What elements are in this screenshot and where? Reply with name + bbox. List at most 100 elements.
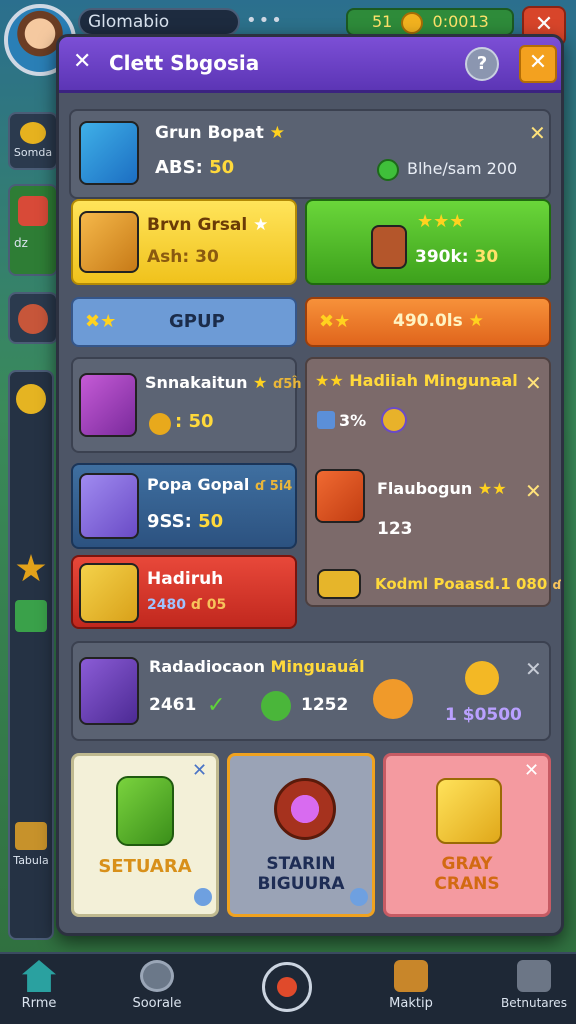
- offer-card-yellow[interactable]: Brvn Grsal ★ Ash: 30: [71, 199, 297, 285]
- tab-value[interactable]: ✖★ 490.0ls ★: [305, 297, 551, 347]
- green-backpack-icon: [116, 776, 174, 846]
- offer-card-green[interactable]: ★★★ 390k: 30: [305, 199, 551, 285]
- offer-price: 2480 ɗ 05: [147, 597, 227, 613]
- side-item-label: Somda: [13, 146, 53, 159]
- gem-crate-icon: [79, 121, 139, 185]
- close-icon[interactable]: ✕: [525, 479, 542, 503]
- offer-card-right[interactable]: ★★ Hadiiah Mingunaal ✕ 3% Flaubogun ★★ ✕…: [305, 357, 561, 607]
- offer-row-wide[interactable]: Radadiocaon Minguauál 2461 ✓ 1252 ✕ 1 $0…: [71, 641, 551, 741]
- gold-crate-icon: [79, 211, 139, 273]
- offer-price: : 50: [175, 411, 214, 432]
- offer-card-c[interactable]: Popa Gopal ɗ 5i4 9SS: 50: [71, 463, 297, 549]
- gold-crate-icon: [436, 778, 502, 844]
- modal-title: Clett Sbgosia: [109, 51, 260, 75]
- modal-header: ✕ Clett Sbgosia ? ✕: [59, 37, 561, 93]
- arrow-icon: ✓: [207, 693, 226, 718]
- nav-home[interactable]: Rrme: [0, 960, 84, 1011]
- plus-icon: [377, 159, 399, 181]
- modal-close-button[interactable]: ✕: [519, 45, 557, 83]
- offer-value-2: 1252: [301, 695, 349, 715]
- side-item-label: dz: [14, 236, 28, 250]
- nav-social[interactable]: Soorale: [112, 960, 202, 1011]
- close-icon[interactable]: ✕: [73, 49, 91, 74]
- offer-text: Kodml Poaasd.1 080 ɗ4: [375, 575, 563, 593]
- nav-label: Betnutares: [501, 996, 567, 1010]
- reward-label-2: CRANS: [434, 874, 500, 894]
- close-icon[interactable]: ✕: [525, 371, 542, 395]
- offer-value: 123: [377, 519, 413, 539]
- hero-icon: [18, 304, 48, 334]
- purple-chest-icon: [79, 373, 137, 437]
- tab-label: 490.0ls ★: [393, 311, 484, 331]
- offer-value-3: 1 $0500: [445, 705, 522, 725]
- offer-price: ABS: 50: [155, 157, 235, 178]
- character-icon: [373, 679, 413, 719]
- more-icon[interactable]: •••: [246, 10, 284, 31]
- chest-icon[interactable]: [15, 600, 47, 632]
- info-icon[interactable]: [350, 888, 368, 906]
- nav-notifications[interactable]: Betnutares: [490, 960, 576, 1010]
- gear-icon: [140, 960, 174, 992]
- record-icon: [277, 977, 297, 997]
- side-panel: Tabula: [8, 370, 54, 940]
- offer-title: ★★ Hadiiah Mingunaal: [315, 371, 518, 390]
- gold-monster-icon: [465, 661, 499, 695]
- star-icon: ★: [269, 123, 286, 143]
- home-icon: [22, 960, 56, 992]
- offer-value-1: 2461: [149, 695, 197, 715]
- gold-crate-icon: [79, 563, 139, 623]
- mail-icon: [394, 960, 428, 992]
- offer-title: Flaubogun ★★: [377, 479, 507, 498]
- offer-price: 9SS: 50: [147, 511, 224, 532]
- reward-card-1[interactable]: ✕ SETUARA: [71, 753, 219, 917]
- side-item-dz[interactable]: dz: [8, 184, 58, 276]
- gift-icon: [18, 196, 48, 226]
- coin-icon: [149, 413, 171, 435]
- info-icon[interactable]: [194, 888, 212, 906]
- nav-label: Rrme: [21, 996, 57, 1011]
- close-icon[interactable]: ✕: [529, 121, 546, 145]
- currency-display: 51 0:0013: [346, 8, 514, 36]
- center-action-button[interactable]: [262, 962, 312, 1012]
- ticket-icon: [317, 411, 335, 429]
- offer-title: Popa Gopal ɗ 5i4: [147, 475, 293, 494]
- side-item-somda[interactable]: Somda: [8, 112, 58, 170]
- reward-label: SETUARA: [98, 856, 192, 877]
- notification-icon: [517, 960, 551, 992]
- reward-label-1: GRAY: [441, 854, 493, 874]
- offer-card-e[interactable]: Hadiruh 2480 ɗ 05: [71, 555, 297, 629]
- portal-icon: [274, 778, 336, 840]
- star-icon[interactable]: [16, 554, 46, 582]
- offer-price: 390k: 30: [415, 247, 499, 267]
- bag-icon: [371, 225, 407, 269]
- red-crate-icon: [315, 469, 365, 523]
- offer-title: Grun Bopat ★: [155, 123, 286, 143]
- bottom-nav: Rrme Soorale Maktip Betnutares: [0, 952, 576, 1024]
- coin-icon: [16, 384, 46, 414]
- close-icon[interactable]: ✕: [525, 657, 542, 681]
- side-item-hero[interactable]: [8, 292, 58, 344]
- tab-gpup[interactable]: ✖★ GPUP: [71, 297, 297, 347]
- offer-title: Brvn Grsal ★: [147, 215, 269, 235]
- gem-icon: [381, 407, 407, 433]
- face-icon: [317, 569, 361, 599]
- reward-label-1: STARIN: [266, 854, 336, 874]
- offer-row-top[interactable]: Grun Bopat ★ ABS: 50 ✕ Blhe/sam 200: [69, 109, 551, 199]
- side-bottom-label: Tabula: [13, 854, 49, 867]
- monster-icon: [261, 691, 291, 721]
- close-icon[interactable]: ✕: [524, 760, 539, 781]
- offer-title: Snnakaitun ★ ɗ5ĥ: [145, 373, 302, 392]
- offer-title: Hadiruh: [147, 569, 224, 589]
- tab-stars: ✖★: [85, 311, 117, 332]
- nav-mail[interactable]: Maktip: [366, 960, 456, 1011]
- help-button[interactable]: ?: [465, 47, 499, 81]
- currency-left-value: 51: [372, 12, 393, 31]
- close-icon[interactable]: ✕: [192, 760, 207, 781]
- reward-card-2[interactable]: STARIN BIGUURA: [227, 753, 375, 917]
- coin-icon: [401, 11, 424, 34]
- tab-stars: ✖★: [319, 311, 351, 332]
- ticket-icon[interactable]: [15, 822, 47, 850]
- tab-label: GPUP: [169, 311, 225, 332]
- offer-card-a[interactable]: Snnakaitun ★ ɗ5ĥ : 50: [71, 357, 302, 453]
- reward-card-3[interactable]: ✕ GRAY CRANS: [383, 753, 551, 917]
